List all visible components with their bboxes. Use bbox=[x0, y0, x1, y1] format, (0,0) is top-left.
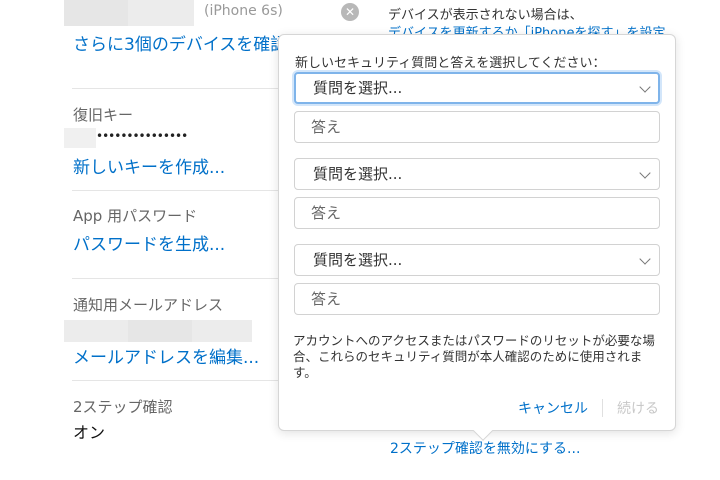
row-separator bbox=[72, 278, 282, 279]
question-select-2-label: 質問を選択... bbox=[313, 165, 403, 183]
more-devices-link[interactable]: さらに3個のデバイスを確認 bbox=[73, 30, 287, 55]
redacted-device-name bbox=[128, 0, 194, 26]
security-questions-popover: 新しいセキュリティ質問と答えを選択してください： 質問を選択... 質問を選択.… bbox=[278, 34, 676, 441]
generate-password-link[interactable]: パスワードを生成... bbox=[73, 230, 225, 255]
question-select-3-label: 質問を選択... bbox=[313, 251, 403, 269]
security-note: アカウントへのアクセスまたはパスワードのリセットが必要な場合、これらのセキュリテ… bbox=[293, 333, 655, 380]
two-step-status: オン bbox=[73, 423, 106, 442]
create-new-key-link[interactable]: 新しいキーを作成... bbox=[73, 153, 225, 178]
question-select-3[interactable]: 質問を選択... bbox=[294, 244, 660, 276]
continue-button[interactable]: 続ける bbox=[617, 398, 659, 418]
answer-field-1[interactable] bbox=[294, 111, 660, 143]
answer-field-3[interactable] bbox=[294, 283, 660, 315]
popover-instruction: 新しいセキュリティ質問と答えを選択してください： bbox=[295, 56, 606, 71]
edit-email-link[interactable]: メールアドレスを編集... bbox=[73, 343, 259, 368]
cancel-button[interactable]: キャンセル bbox=[518, 398, 588, 418]
redacted-email bbox=[192, 320, 252, 342]
chevron-down-icon bbox=[639, 253, 651, 265]
chevron-down-icon bbox=[639, 81, 651, 93]
row-separator bbox=[72, 190, 282, 191]
row-separator bbox=[72, 88, 282, 89]
redacted-email bbox=[64, 320, 128, 342]
disable-two-step-link[interactable]: 2ステップ確認を無効にする... bbox=[390, 438, 580, 458]
row-separator bbox=[72, 380, 282, 381]
remove-device-icon[interactable]: ✕ bbox=[341, 3, 359, 21]
recovery-key-value: ••••••••••••••• bbox=[96, 129, 188, 143]
question-select-1[interactable]: 質問を選択... bbox=[294, 72, 660, 104]
action-divider bbox=[602, 399, 603, 417]
chevron-down-icon bbox=[639, 167, 651, 179]
redacted-email bbox=[128, 320, 192, 342]
question-select-2[interactable]: 質問を選択... bbox=[294, 158, 660, 190]
device-model: (iPhone 6s) bbox=[204, 3, 283, 19]
notification-email-label: 通知用メールアドレス bbox=[73, 296, 224, 314]
redacted-device-name bbox=[64, 0, 128, 26]
device-help-text: デバイスが表示されない場合は、 bbox=[388, 8, 583, 23]
two-step-label: 2ステップ確認 bbox=[73, 398, 173, 416]
recovery-key-label: 復旧キー bbox=[73, 106, 134, 124]
question-select-1-label: 質問を選択... bbox=[313, 79, 403, 97]
app-password-label: App 用パスワード bbox=[73, 207, 198, 225]
popover-actions: キャンセル 続ける bbox=[518, 398, 659, 418]
redacted-key bbox=[64, 128, 96, 148]
answer-field-2[interactable] bbox=[294, 197, 660, 229]
